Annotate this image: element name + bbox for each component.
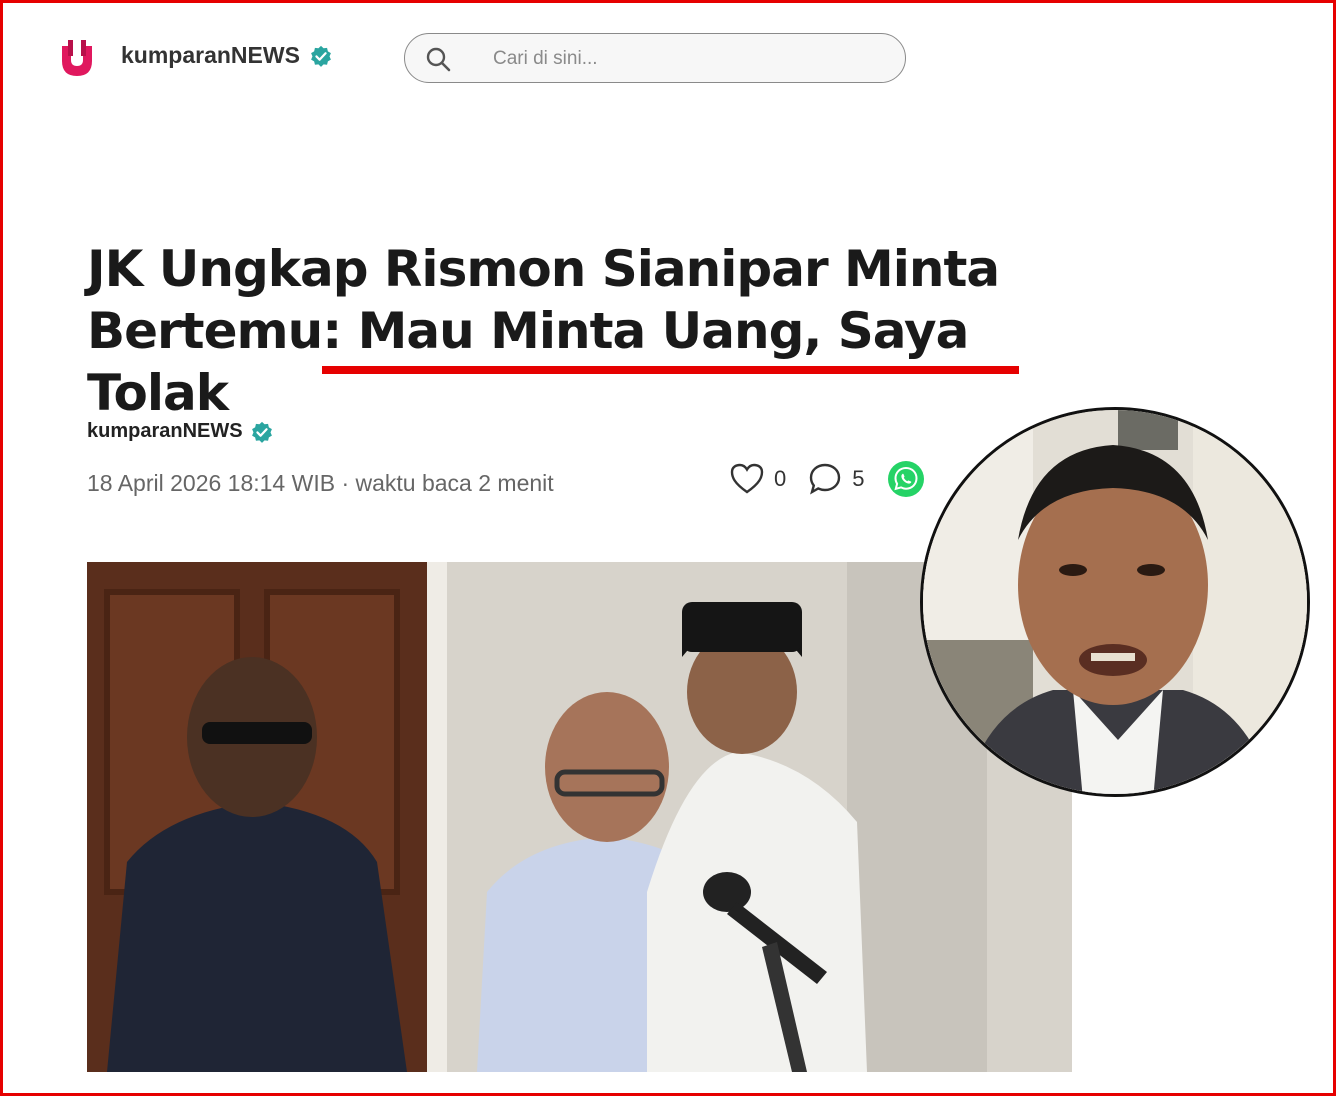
inset-portrait-illustration bbox=[923, 410, 1307, 794]
like-button[interactable]: 0 bbox=[730, 463, 786, 495]
article-author[interactable]: kumparanNEWS bbox=[87, 420, 273, 443]
logo-icon[interactable] bbox=[58, 38, 96, 78]
like-count: 0 bbox=[774, 466, 787, 491]
article-meta: 18 April 2026 18:14 WIB · waktu baca 2 m… bbox=[87, 470, 554, 496]
heart-icon bbox=[730, 463, 764, 494]
search-bar[interactable] bbox=[404, 33, 906, 83]
comment-icon bbox=[810, 463, 841, 495]
verified-icon bbox=[311, 45, 331, 67]
article-actions: 0 5 bbox=[730, 460, 947, 498]
author-name: kumparanNEWS bbox=[87, 420, 243, 442]
site-header: kumparanNEWS bbox=[0, 0, 1336, 120]
search-input[interactable] bbox=[491, 44, 875, 74]
verified-icon bbox=[251, 421, 272, 443]
highlight-underline bbox=[322, 366, 1019, 374]
search-icon[interactable] bbox=[425, 46, 451, 72]
inset-portrait bbox=[920, 407, 1310, 797]
comment-button[interactable]: 5 bbox=[808, 462, 865, 496]
whatsapp-icon bbox=[887, 461, 924, 497]
brand-link[interactable]: kumparanNEWS bbox=[121, 42, 332, 69]
article-title: JK Ungkap Rismon Sianipar Minta Bertemu:… bbox=[87, 240, 1000, 422]
comment-count: 5 bbox=[852, 466, 865, 491]
brand-name: kumparanNEWS bbox=[121, 42, 300, 68]
share-whatsapp-button[interactable] bbox=[887, 460, 925, 498]
